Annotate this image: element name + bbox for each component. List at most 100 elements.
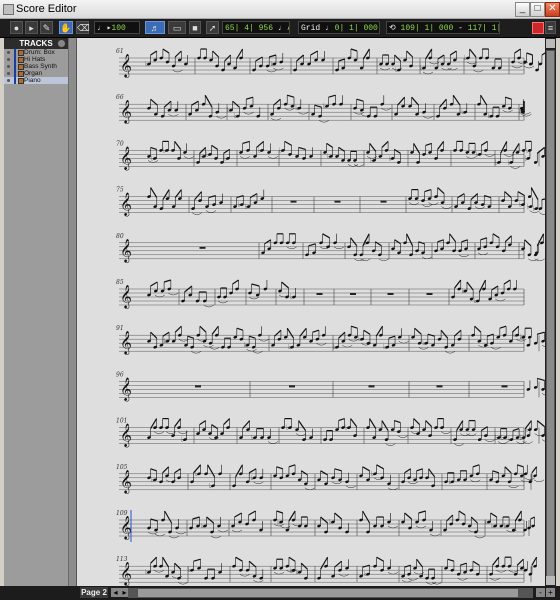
pencil-tool-icon[interactable]: ✎ — [40, 21, 53, 34]
note-beam — [523, 101, 526, 104]
tie — [521, 114, 532, 117]
tie — [168, 535, 180, 539]
accidental-flat: ♭ — [290, 293, 293, 301]
track-item[interactable]: Bass Synth — [4, 63, 68, 70]
accidental-flat: ♭ — [151, 476, 154, 484]
tie — [444, 351, 456, 354]
note-beam — [350, 325, 358, 329]
zoom-in-icon[interactable]: + — [546, 588, 555, 597]
page-prev-icon[interactable]: ◂ — [111, 588, 120, 597]
accidental-flat: ♭ — [487, 112, 490, 120]
tracks-panel: TRACKS Drum: Box Hi Hats Bass Synth Orga… — [4, 38, 69, 586]
select-tool-icon[interactable]: ➚ — [206, 21, 219, 34]
accidental-flat: ♭ — [323, 102, 326, 110]
accidental-flat: ♭ — [364, 239, 367, 247]
tie — [191, 212, 203, 215]
record-button[interactable]: ● — [10, 21, 23, 34]
note-beam — [320, 470, 328, 476]
note-beam — [416, 468, 423, 472]
tie — [153, 431, 165, 434]
tie — [304, 487, 315, 491]
accidental-flat: ♭ — [476, 150, 479, 158]
note-beam — [376, 556, 384, 562]
tie — [407, 578, 419, 581]
accidental-flat: ♭ — [227, 106, 230, 114]
note-beam — [418, 510, 426, 514]
track-item[interactable]: Organ — [4, 70, 68, 77]
arrow-tool-icon[interactable]: ▸ — [25, 21, 38, 34]
tie — [298, 112, 309, 115]
record-enable-icon[interactable] — [532, 22, 544, 34]
maximize-button[interactable]: □ — [530, 2, 545, 17]
accidental-flat: ♭ — [181, 436, 184, 444]
tie — [528, 258, 539, 262]
tie — [333, 246, 345, 250]
close-button[interactable]: ✕ — [545, 2, 560, 17]
accidental-flat: ♭ — [495, 434, 498, 442]
note-beam — [174, 468, 181, 474]
tie — [153, 570, 165, 573]
tie — [253, 481, 264, 485]
notation-view-button[interactable]: ♬ — [145, 21, 165, 34]
app-icon — [3, 4, 14, 15]
grid-setting[interactable]: Grid ♩ 0| 1| 000 ▾ — [298, 21, 380, 34]
tracks-close-icon[interactable] — [57, 39, 66, 48]
horizontal-scroll-thumb[interactable] — [138, 589, 518, 597]
score-staves[interactable]: 61𝄞 ♭ ♭♭ ♭♭66𝄞 ♭♭♭ ♭♭♭♭70𝄞 ♭♭♭ ♭♭♭ ♭♭♭ ♭♭♭ ♭♭♭75𝄞 ♭… — [77, 38, 545, 586]
tie — [190, 351, 202, 354]
note-beam — [524, 239, 532, 247]
tie — [484, 439, 495, 442]
scroll-down-icon[interactable] — [546, 576, 555, 585]
note-beam — [199, 420, 206, 426]
treble-clef: 𝄞 — [120, 376, 132, 401]
tie — [458, 254, 470, 258]
hand-tool-icon[interactable]: ✋ — [59, 21, 73, 34]
whole-rest — [316, 293, 323, 295]
accidental-flat: ♭ — [383, 343, 386, 351]
track-item-selected[interactable]: Piano — [4, 77, 68, 84]
tie — [348, 339, 359, 342]
tie — [381, 108, 392, 111]
note-beam — [376, 464, 384, 470]
note-beam — [414, 327, 422, 335]
note-beam — [425, 142, 432, 146]
vertical-scroll-thumb[interactable] — [546, 50, 555, 578]
track-item[interactable]: Drum: Box — [4, 49, 68, 56]
accidental-flat: ♭ — [371, 470, 374, 478]
accidental-flat: ♭ — [527, 203, 530, 211]
accidental-flat: ♭ — [358, 335, 361, 343]
stop-button[interactable]: ■ — [189, 21, 201, 34]
scroll-up-icon[interactable] — [546, 39, 555, 48]
tie — [217, 529, 229, 533]
note-beam — [269, 54, 277, 58]
zoom-out-icon[interactable]: - — [536, 588, 545, 597]
note-beam — [308, 243, 316, 247]
tie — [429, 533, 441, 537]
note-beam — [356, 98, 364, 102]
accidental-flat: ♭ — [279, 146, 282, 154]
panel-splitter[interactable] — [69, 38, 77, 586]
vertical-scrollbar[interactable] — [545, 38, 556, 586]
tie — [511, 65, 523, 69]
range-display[interactable]: ⟲ 109| 1| 000 - 117| 1| 000 — [386, 21, 500, 34]
score-canvas[interactable]: 61 𝄞 ♭ ♭ ♭ ♭ ♭ 66 𝄞 ♭ ♭ ♭ ♭ ♭ ♭ ♭ 70 𝄞 ♭ ♭ ♭ ♭ ♭ ♭ ♭ ♭ ♭ ♭ ♭ ♭ ♭ ♭ ♭ 75 𝄞 ♭… — [77, 38, 545, 586]
note-beam — [310, 50, 318, 56]
note-beam — [314, 104, 322, 108]
zoom-display[interactable]: ♩ ▸100 — [94, 21, 140, 34]
piano-roll-button[interactable]: ▭ — [168, 21, 186, 34]
eraser-tool-icon[interactable]: ⌫ — [76, 21, 90, 34]
tie — [428, 202, 439, 205]
tie — [209, 347, 220, 350]
note-beam — [194, 191, 203, 200]
tie — [379, 67, 391, 71]
accidental-flat: ♭ — [501, 434, 504, 442]
minimize-button[interactable]: _ — [515, 2, 530, 17]
menu-icon[interactable]: ≡ — [545, 21, 556, 34]
note-beam — [406, 233, 414, 247]
position-counter[interactable]: 65| 4| 956 ♩ A5 — [222, 21, 290, 34]
track-item[interactable]: Hi Hats — [4, 56, 68, 63]
note-beam — [478, 279, 487, 293]
horizontal-scrollbar[interactable] — [128, 588, 533, 598]
tie — [147, 531, 159, 535]
track-name: Drum: Box — [24, 49, 55, 56]
